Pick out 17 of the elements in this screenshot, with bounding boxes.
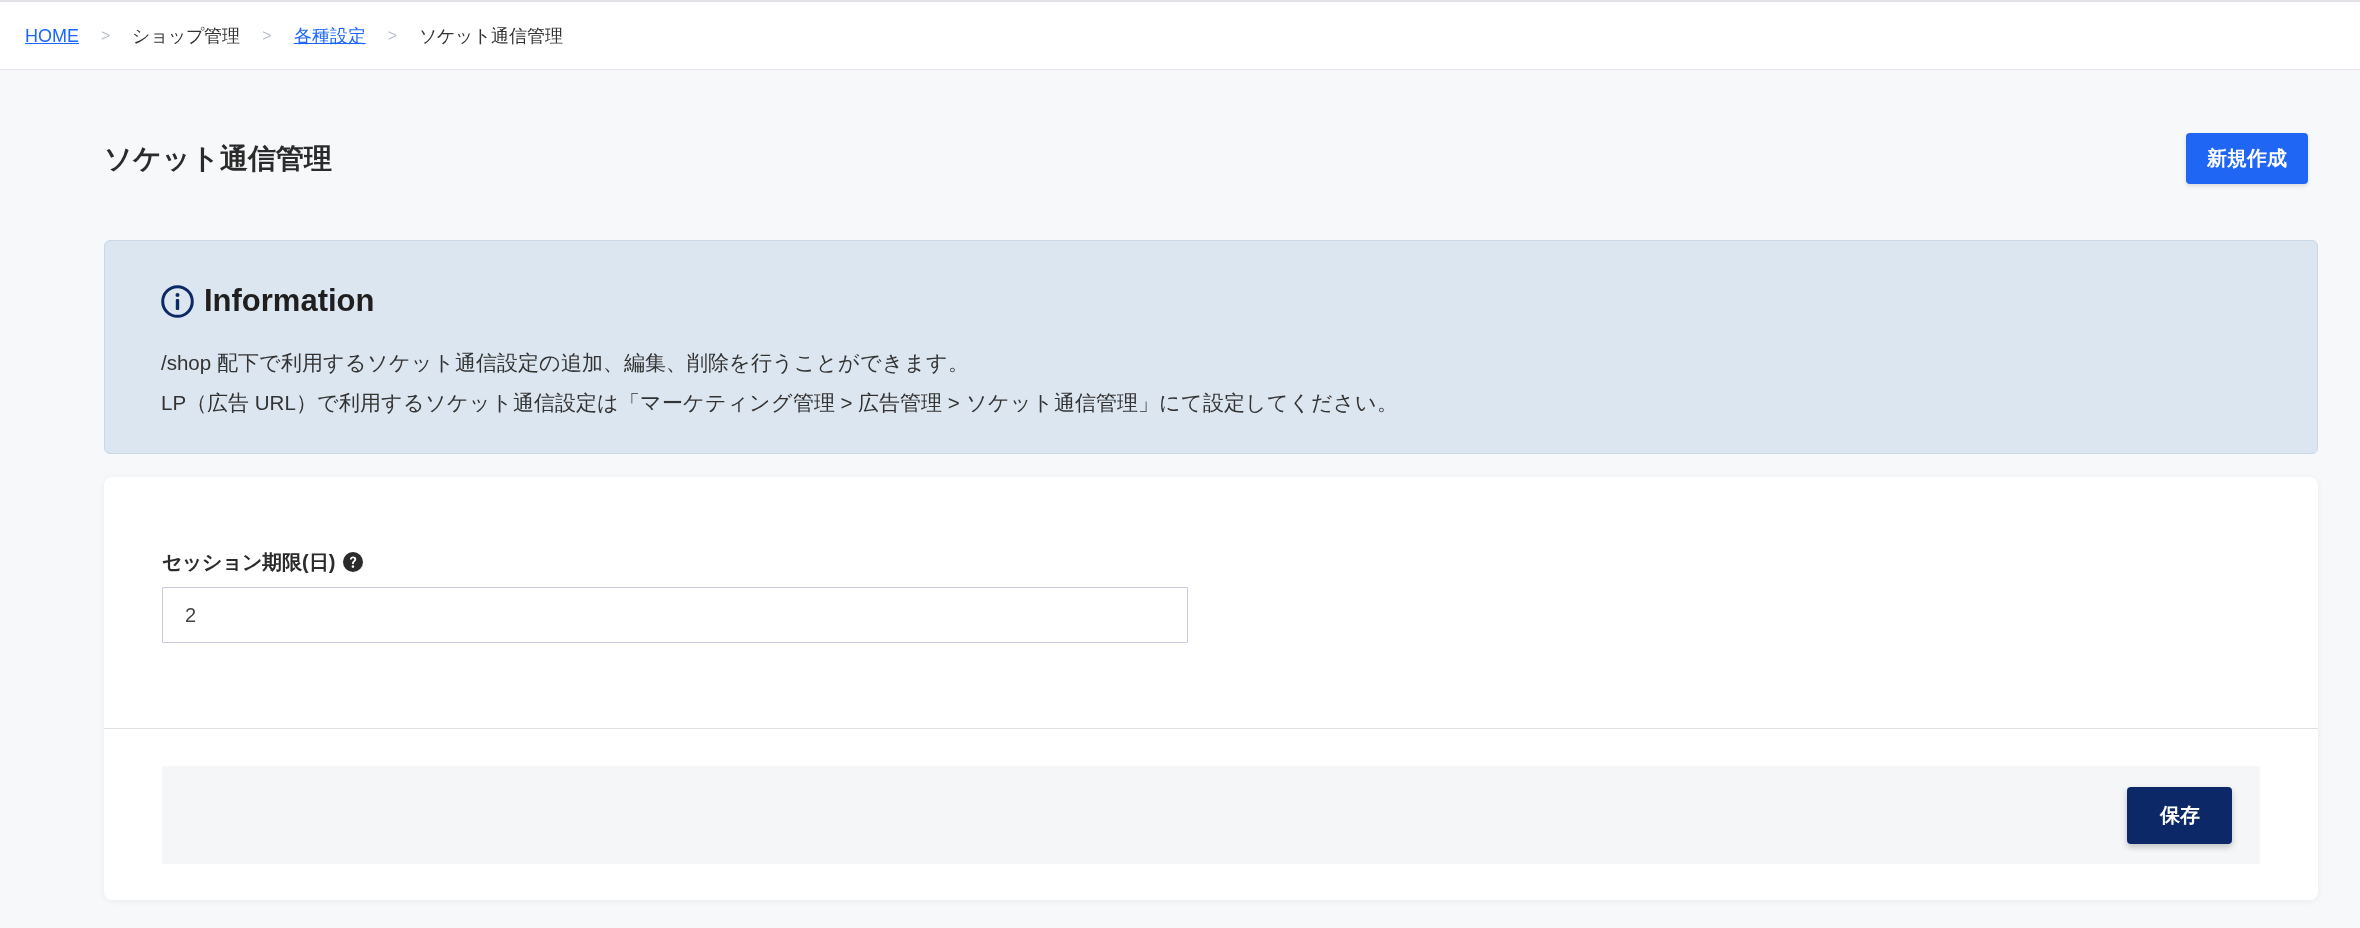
save-button[interactable]: 保存 (2127, 786, 2232, 844)
info-text: LP（広告 URL）で利用するソケット通信設定は「マーケティング管理 > 広告管理 > ソケット通信管理」にて設定してください。 (161, 390, 1399, 416)
breadcrumb-link[interactable]: 各種設定 (293, 23, 366, 48)
help-icon[interactable] (343, 552, 364, 572)
breadcrumb-item: ショップ管理 (132, 24, 241, 48)
breadcrumb-separator: > (262, 25, 272, 46)
input-field[interactable]: 2 (162, 587, 1188, 643)
info-icon (161, 284, 194, 318)
breadcrumb-link[interactable]: HOME (25, 23, 79, 48)
page-title: ソケット通信管理 (104, 141, 332, 176)
breadcrumb-separator: > (101, 25, 111, 46)
field-label: セッション期限(日) (162, 550, 336, 575)
info-title: Information (204, 283, 375, 319)
breadcrumb-item: ソケット通信管理 (419, 24, 564, 48)
new-button[interactable]: 新規作成 (2186, 133, 2308, 184)
info-text: /shop 配下で利用するソケット通信設定の追加、編集、削除を行うことができます。 (161, 350, 970, 376)
breadcrumb-separator: > (387, 25, 398, 46)
